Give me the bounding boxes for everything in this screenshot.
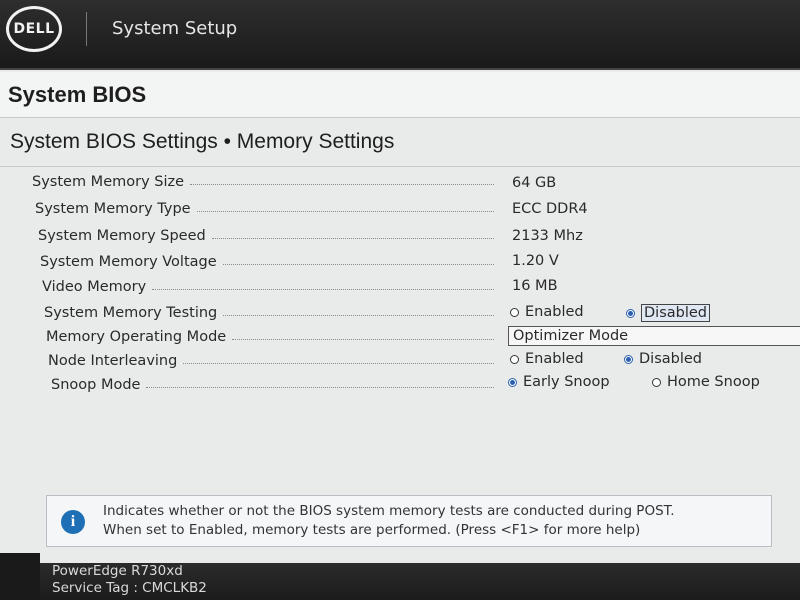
setting-value-video-memory: 16 MB: [512, 278, 558, 294]
radio-unselected-icon: [510, 307, 519, 317]
setting-row-memory-type[interactable]: System Memory Type: [35, 197, 502, 221]
radio-unselected-icon: [510, 354, 519, 364]
setting-row-memory-voltage[interactable]: System Memory Voltage: [40, 250, 502, 274]
service-tag: Service Tag : CMCLKB2: [52, 580, 207, 596]
help-text: Indicates whether or not the BIOS system…: [103, 502, 675, 540]
setting-row-node-interleaving[interactable]: Node Interleaving: [48, 349, 502, 373]
setting-label: Snoop Mode: [51, 377, 141, 393]
radio-label: Disabled: [641, 304, 710, 322]
dotted-leader: [196, 210, 494, 212]
setting-label: System Memory Type: [35, 201, 191, 217]
setting-label: System Memory Size: [32, 174, 185, 190]
setting-label: System Memory Voltage: [40, 254, 217, 270]
dotted-leader: [190, 183, 494, 185]
radio-memory-testing-enabled[interactable]: Enabled: [510, 304, 584, 320]
dotted-leader: [232, 338, 494, 340]
page-title: System BIOS Settings • Memory Settings: [10, 130, 395, 153]
section-title: System BIOS: [0, 72, 800, 118]
info-icon: i: [61, 510, 85, 534]
setting-label: Memory Operating Mode: [46, 329, 227, 345]
header-divider: [86, 12, 87, 46]
setting-row-snoop-mode[interactable]: Snoop Mode: [51, 373, 502, 397]
setting-row-memory-testing[interactable]: System Memory Testing: [44, 301, 502, 325]
radio-label: Early Snoop: [523, 374, 610, 390]
app-title: System Setup: [112, 18, 238, 39]
dotted-leader: [183, 362, 494, 364]
setting-label: System Memory Testing: [44, 305, 218, 321]
radio-snoop-mode-home[interactable]: Home Snoop: [652, 374, 760, 390]
radio-node-interleaving-enabled[interactable]: Enabled: [510, 351, 584, 367]
dotted-leader: [222, 263, 494, 265]
help-panel: i Indicates whether or not the BIOS syst…: [46, 495, 772, 547]
setting-label: Node Interleaving: [48, 353, 178, 369]
setting-row-video-memory[interactable]: Video Memory: [42, 275, 502, 299]
footer-bar: PowerEdge R730xd Service Tag : CMCLKB2: [40, 563, 800, 600]
setting-row-memory-operating-mode[interactable]: Memory Operating Mode: [46, 325, 502, 349]
radio-label: Enabled: [525, 304, 584, 320]
radio-node-interleaving-disabled[interactable]: Disabled: [624, 351, 702, 367]
setting-label: Video Memory: [42, 279, 147, 295]
setting-value-memory-speed: 2133 Mhz: [512, 228, 583, 244]
dotted-leader: [146, 386, 494, 388]
top-bar: DELL System Setup: [0, 0, 800, 70]
dotted-leader: [223, 314, 494, 316]
setting-value-memory-voltage: 1.20 V: [512, 253, 559, 269]
radio-label: Home Snoop: [667, 374, 760, 390]
title-divider: [0, 166, 800, 167]
help-line-1: Indicates whether or not the BIOS system…: [103, 503, 675, 519]
radio-unselected-icon: [652, 377, 661, 387]
setting-value-memory-size: 64 GB: [512, 175, 557, 191]
dotted-leader: [211, 237, 494, 239]
radio-selected-icon: [624, 354, 633, 364]
setting-label: System Memory Speed: [38, 228, 206, 244]
radio-label: Enabled: [525, 351, 584, 367]
dell-logo: DELL: [6, 6, 62, 52]
help-line-2: When set to Enabled, memory tests are pe…: [103, 522, 641, 538]
setting-value-memory-type: ECC DDR4: [512, 201, 588, 217]
radio-selected-icon: [626, 308, 635, 318]
dotted-leader: [152, 288, 494, 290]
radio-label: Disabled: [639, 351, 702, 367]
radio-memory-testing-disabled[interactable]: Disabled: [626, 304, 710, 322]
radio-snoop-mode-early[interactable]: Early Snoop: [508, 374, 610, 390]
radio-selected-icon: [508, 377, 517, 387]
screen-edge: [0, 553, 40, 600]
setting-row-memory-speed[interactable]: System Memory Speed: [38, 224, 502, 248]
memory-operating-mode-select[interactable]: Optimizer Mode: [508, 326, 800, 346]
system-model: PowerEdge R730xd: [52, 563, 183, 579]
setting-row-memory-size[interactable]: System Memory Size: [32, 170, 502, 194]
